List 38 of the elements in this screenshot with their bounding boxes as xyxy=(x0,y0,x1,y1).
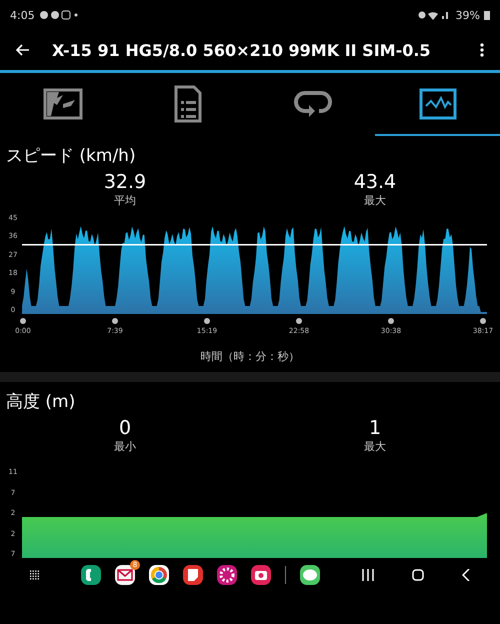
browser-app-icon[interactable] xyxy=(149,565,169,585)
stat-value: 43.4 xyxy=(354,171,396,193)
tick-dot xyxy=(296,318,302,324)
stat-label: 最大 xyxy=(364,439,386,454)
status-time: 4:05 xyxy=(10,8,35,22)
tick-dot xyxy=(204,318,210,324)
mail-app-icon[interactable] xyxy=(115,565,135,585)
map-icon xyxy=(42,88,82,120)
stat-label: 最小 xyxy=(114,439,136,454)
recents-icon[interactable] xyxy=(362,569,374,581)
stat-label: 最大 xyxy=(364,193,386,208)
flower-app-icon[interactable] xyxy=(217,565,237,585)
app-grid-icon[interactable] xyxy=(30,568,39,582)
graph-icon xyxy=(418,88,456,120)
back-arrow-icon[interactable] xyxy=(16,44,30,56)
section-title: スピード (km/h) xyxy=(5,145,137,168)
stat-value: 1 xyxy=(368,417,382,439)
stat-value: 32.9 xyxy=(104,171,146,193)
section-title: 高度 (m) xyxy=(5,391,76,414)
chat-app-icon[interactable] xyxy=(300,565,320,585)
document-icon xyxy=(174,84,202,122)
battery-icon xyxy=(484,10,490,20)
tick-dot xyxy=(20,318,26,324)
phone-app-icon[interactable] xyxy=(81,565,101,585)
camera-app-icon[interactable] xyxy=(251,565,271,585)
tick-dot xyxy=(480,318,486,324)
axis-title: 時間（時：分：秒） xyxy=(200,349,300,365)
back-icon[interactable] xyxy=(462,569,470,581)
battery-percent: 39% xyxy=(456,8,480,22)
stat-value: 0 xyxy=(118,417,132,439)
notification-icons xyxy=(38,10,79,20)
stat-label: 平均 xyxy=(114,193,136,208)
tick-dot xyxy=(388,318,394,324)
notes-app-icon[interactable] xyxy=(183,565,203,585)
home-icon[interactable] xyxy=(412,569,424,581)
more-menu-icon[interactable] xyxy=(480,43,484,57)
app-bar-title: X-15 91 HG5/8.0 560×210 99MK II SIM-0.5 xyxy=(52,40,432,60)
tick-dot xyxy=(112,318,118,324)
